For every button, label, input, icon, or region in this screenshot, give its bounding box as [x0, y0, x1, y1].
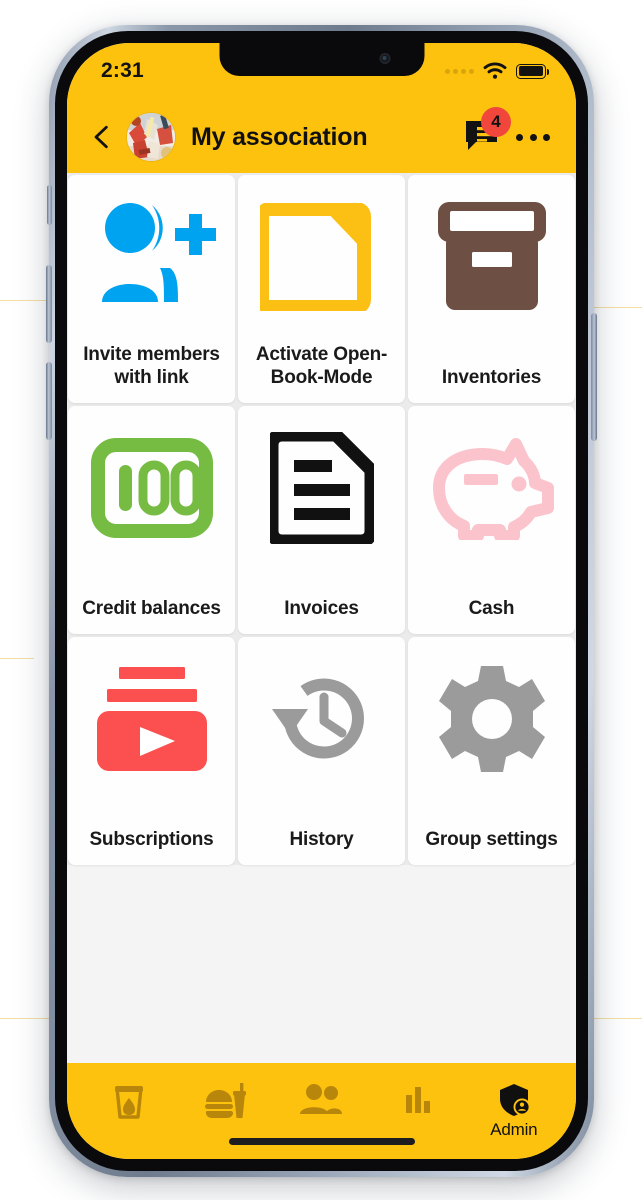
tile-label: Subscriptions	[89, 828, 214, 850]
gear-settings-icon	[438, 666, 545, 772]
messages-button[interactable]: 4	[464, 107, 511, 156]
tile-label: Inventories	[441, 366, 542, 388]
status-clock: 2:31	[101, 59, 144, 82]
more-options-icon[interactable]	[516, 122, 550, 152]
nav-item-drinks[interactable]	[81, 1081, 177, 1124]
tile-art	[436, 193, 548, 321]
wifi-icon	[483, 62, 507, 79]
back-chevron-icon[interactable]	[89, 124, 115, 150]
tile-art	[266, 655, 378, 783]
tile-cash[interactable]: Cash	[408, 406, 575, 634]
mute-switch-button[interactable]	[47, 185, 52, 225]
tile-label: Invite members with link	[83, 344, 220, 388]
bottom-navigation-bar: Admin	[67, 1063, 576, 1159]
statistics-bars-icon	[405, 1087, 430, 1113]
members-people-icon	[300, 1084, 343, 1114]
tile-open-book-mode[interactable]: Activate Open-Book-Mode	[238, 175, 405, 403]
tile-art	[90, 424, 213, 552]
admin-shield-icon	[499, 1084, 531, 1116]
phone-screen: 2:31 My association 4 Invite members wit…	[67, 43, 576, 1159]
tile-subscriptions[interactable]: Subscriptions	[68, 637, 235, 865]
nav-label: Admin	[490, 1120, 538, 1139]
action-tile-grid: Invite members with link Activate Open-B…	[67, 173, 576, 865]
battery-full-icon	[516, 63, 549, 79]
signal-dots-icon	[445, 68, 474, 74]
tile-label: Cash	[468, 597, 515, 619]
archive-box-icon	[437, 202, 546, 310]
page-title: My association	[191, 122, 368, 151]
guide-line	[0, 658, 34, 659]
tile-label: Credit balances	[82, 597, 221, 619]
nav-item-food[interactable]	[177, 1081, 273, 1124]
document-invoice-icon	[269, 432, 374, 544]
power-button[interactable]	[591, 313, 597, 441]
tile-art	[269, 424, 374, 552]
hundred-credits-icon	[90, 438, 213, 538]
volume-down-button[interactable]	[46, 362, 52, 440]
empty-space	[67, 865, 576, 1035]
display-notch	[219, 43, 424, 76]
tile-label: Invoices	[284, 597, 359, 619]
food-meal-icon	[205, 1083, 247, 1118]
tile-invite-members[interactable]: Invite members with link	[68, 175, 235, 403]
tile-label: Activate Open-Book-Mode	[255, 344, 388, 388]
tile-label: History	[289, 828, 354, 850]
nav-item-statistics[interactable]	[370, 1081, 466, 1118]
avatar-image	[127, 113, 175, 161]
history-clock-icon	[271, 678, 364, 759]
status-indicators	[445, 59, 549, 80]
nav-item-members[interactable]	[273, 1081, 369, 1120]
home-indicator[interactable]	[228, 1138, 415, 1145]
tile-label: Group settings	[425, 828, 558, 850]
tile-invoices[interactable]: Invoices	[238, 406, 405, 634]
drink-glass-icon	[115, 1086, 144, 1119]
main-content: Invite members with link Activate Open-B…	[67, 173, 576, 1075]
screenshot-stage: 2:31 My association 4 Invite members wit…	[0, 0, 642, 1200]
tile-art	[430, 424, 554, 552]
phone-device-frame: 2:31 My association 4 Invite members wit…	[46, 25, 597, 1177]
volume-up-button[interactable]	[46, 265, 52, 343]
tile-group-settings[interactable]: Group settings	[408, 637, 575, 865]
tile-inventories[interactable]: Inventories	[408, 175, 575, 403]
tile-art	[95, 655, 209, 783]
tile-art	[86, 193, 218, 321]
phone-bezel: 2:31 My association 4 Invite members wit…	[55, 31, 588, 1171]
piggy-bank-icon	[432, 438, 554, 540]
tile-art	[437, 655, 547, 783]
subscriptions-play-icon	[96, 667, 207, 771]
tile-credit-balances[interactable]: Credit balances	[68, 406, 235, 634]
group-avatar-photo[interactable]	[127, 113, 175, 161]
invite-members-icon	[101, 203, 216, 302]
messages-badge: 4	[481, 107, 511, 137]
nav-item-admin[interactable]: Admin	[466, 1081, 562, 1140]
front-camera-icon	[379, 53, 390, 64]
tile-history[interactable]: History	[238, 637, 405, 865]
folder-open-icon	[259, 203, 371, 311]
app-header-bar: My association 4	[67, 101, 576, 173]
tile-art	[259, 193, 384, 321]
